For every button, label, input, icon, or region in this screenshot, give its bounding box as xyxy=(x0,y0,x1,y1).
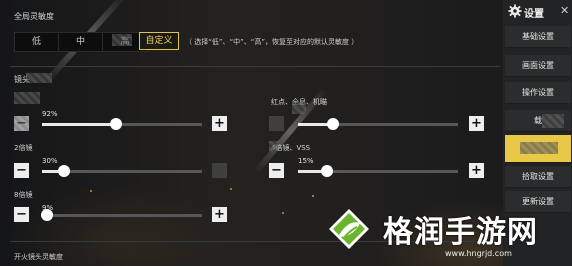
slider-1-fill xyxy=(42,123,116,126)
slider-4-percent: 15% xyxy=(298,157,314,165)
slider-3-label: 2倍镜 xyxy=(14,144,33,152)
plus-icon[interactable] xyxy=(212,163,227,178)
slider-4-track[interactable] xyxy=(298,165,458,177)
section-divider xyxy=(10,66,500,67)
close-icon[interactable]: ✕ xyxy=(560,4,569,17)
slider-1-track[interactable] xyxy=(42,118,202,130)
preset-low-button[interactable]: 低 xyxy=(15,33,59,51)
preset-mid-button[interactable]: 中 xyxy=(59,33,103,51)
slider-2-thumb[interactable] xyxy=(327,118,340,130)
sidebar-item-controls[interactable]: 操作设置 xyxy=(505,82,571,104)
redacted-region xyxy=(112,34,132,46)
settings-title: 设置 xyxy=(524,9,544,20)
slider-4-thumb[interactable] xyxy=(320,165,333,177)
watermark-url: www.hngrjd.com xyxy=(445,249,512,258)
minus-icon[interactable]: − xyxy=(14,163,29,178)
watermark-brand: 格润手游网 xyxy=(383,215,538,250)
sidebar-item-pickup[interactable]: 拾取设置 xyxy=(505,166,571,188)
redacted-region xyxy=(292,102,306,114)
redacted-region xyxy=(269,141,278,151)
minus-icon[interactable]: − xyxy=(14,207,29,222)
minus-icon[interactable]: − xyxy=(269,163,284,178)
preset-custom-button[interactable]: 自定义 xyxy=(139,32,179,50)
slider-1-thumb[interactable] xyxy=(109,118,122,130)
slider-5-thumb[interactable] xyxy=(40,209,53,221)
redacted-region xyxy=(14,92,40,104)
slider-3-thumb[interactable] xyxy=(58,165,71,177)
leaf-logo-icon xyxy=(329,209,369,249)
slider-3-track[interactable] xyxy=(42,165,202,177)
slider-3-percent: 30% xyxy=(42,157,58,165)
sidebar-item-basic[interactable]: 基础设置 xyxy=(505,26,571,48)
redacted-region xyxy=(14,116,29,131)
plus-icon[interactable]: + xyxy=(212,207,227,222)
plus-icon[interactable]: + xyxy=(469,163,484,178)
slider-2-track[interactable] xyxy=(298,118,458,130)
slider-5-track[interactable] xyxy=(40,209,202,221)
fire-scope-sensitivity-title: 开火镜头灵敏度 xyxy=(14,253,63,261)
preset-hint-text: （ 选择“低”、“中”、“高”，恢复至对应的默认灵敏度 ） xyxy=(185,38,359,46)
slider-5-label: 8倍镜 xyxy=(14,191,33,199)
plus-icon[interactable]: + xyxy=(469,116,484,131)
redacted-region xyxy=(26,73,52,83)
gear-icon xyxy=(508,4,522,18)
redacted-region xyxy=(542,114,564,128)
slider-1-percent: 92% xyxy=(42,110,58,118)
redacted-region xyxy=(520,142,558,154)
sidebar-item-graphics[interactable]: 画面设置 xyxy=(505,55,571,77)
minus-icon[interactable] xyxy=(269,116,284,131)
plus-icon[interactable]: + xyxy=(212,116,227,131)
global-sensitivity-title: 全局灵敏度 xyxy=(14,12,54,21)
